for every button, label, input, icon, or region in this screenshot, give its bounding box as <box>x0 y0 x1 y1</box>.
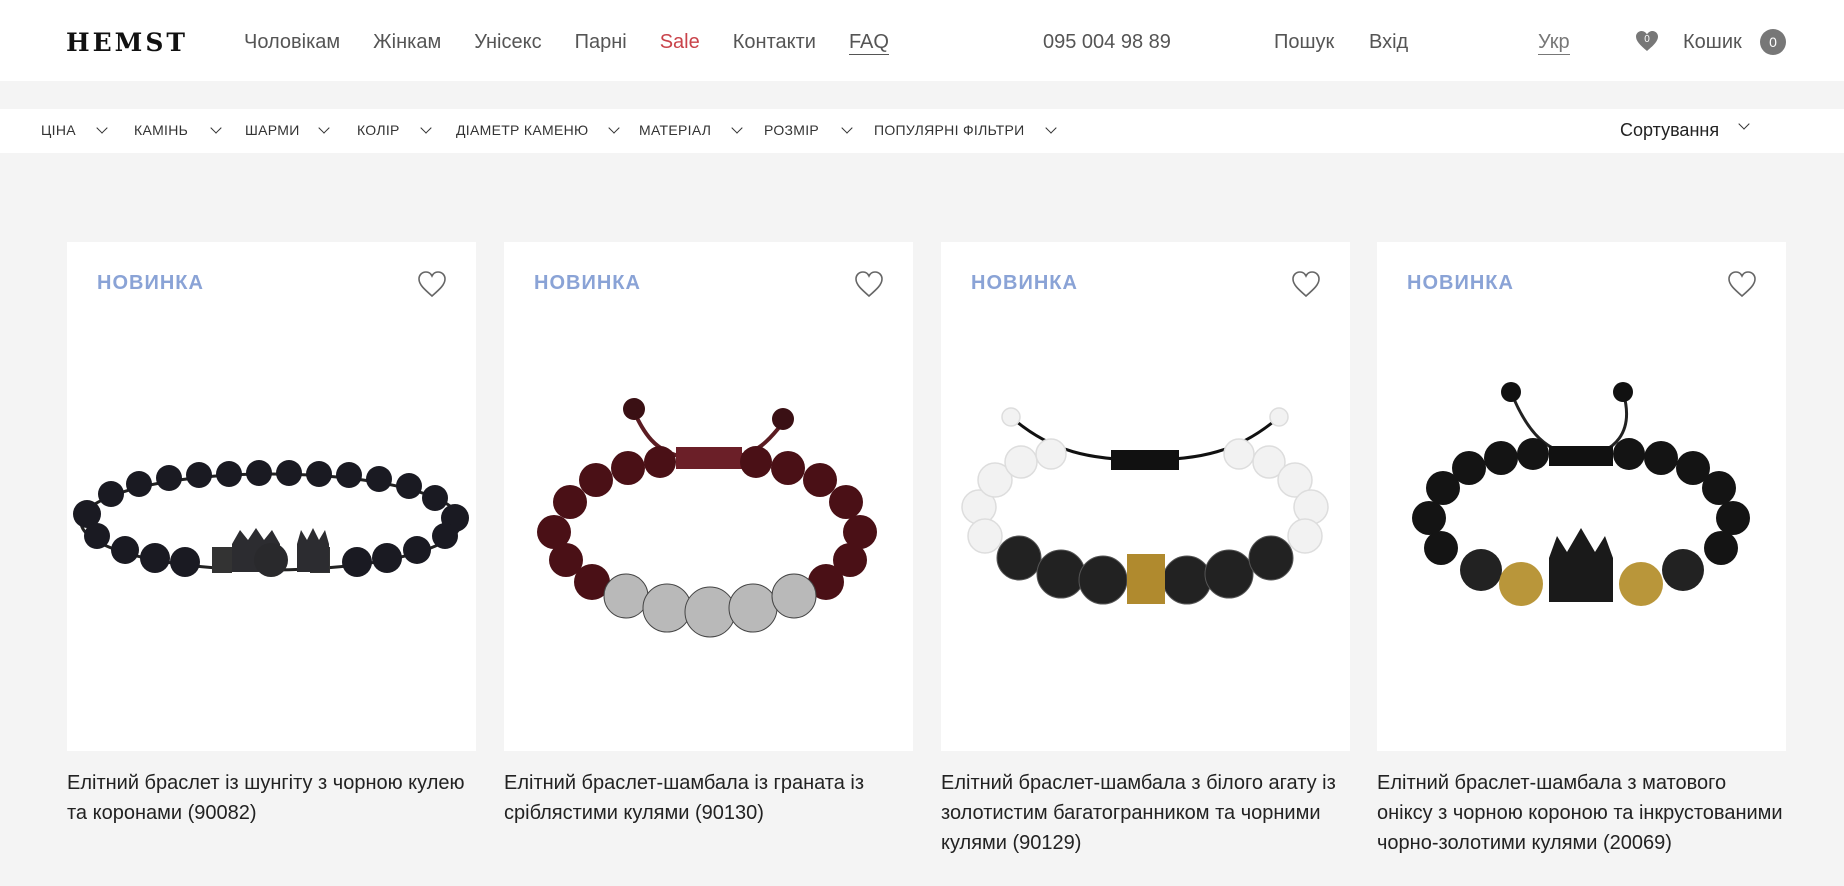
filter-label: ШАРМИ <box>245 122 300 138</box>
product-card[interactable]: НОВИНКА <box>941 242 1350 751</box>
chevron-down-icon <box>96 121 108 134</box>
login-link[interactable]: Вхід <box>1369 31 1408 54</box>
wishlist-button[interactable]: 0 <box>1635 30 1659 52</box>
heart-icon[interactable] <box>417 270 447 298</box>
new-badge: НОВИНКА <box>971 272 1078 294</box>
cart-count-badge[interactable]: 0 <box>1760 29 1786 55</box>
filter-price[interactable]: ЦІНА <box>41 119 108 141</box>
chevron-down-icon <box>210 121 222 134</box>
filter-color[interactable]: КОЛІР <box>357 119 432 141</box>
product-title[interactable]: Елітний браслет-шамбала з матового онікс… <box>1377 768 1786 858</box>
chevron-down-icon <box>731 121 743 134</box>
product-image[interactable] <box>504 322 913 722</box>
nav-couples[interactable]: Парні <box>575 31 627 55</box>
filter-popular[interactable]: ПОПУЛЯРНІ ФІЛЬТРИ <box>874 119 1057 141</box>
product-image[interactable] <box>67 322 476 722</box>
language-switch[interactable]: Укр <box>1538 31 1570 55</box>
new-badge: НОВИНКА <box>534 272 641 294</box>
chevron-down-icon <box>841 121 853 134</box>
nav-men[interactable]: Чоловікам <box>244 31 340 55</box>
new-badge: НОВИНКА <box>1407 272 1514 294</box>
nav-women[interactable]: Жінкам <box>373 31 441 55</box>
nav-faq[interactable]: FAQ <box>848 31 889 55</box>
filter-bar: ЦІНА КАМІНЬ ШАРМИ КОЛІР ДІАМЕТР КАМЕНЮ М… <box>0 109 1844 153</box>
phone-number[interactable]: 095 004 98 89 <box>1043 31 1171 54</box>
product-card[interactable]: НОВИНКА <box>504 242 913 751</box>
filter-label: ЦІНА <box>41 122 76 138</box>
search-link[interactable]: Пошук <box>1274 31 1334 54</box>
filter-label: ПОПУЛЯРНІ ФІЛЬТРИ <box>874 122 1025 138</box>
filter-size[interactable]: РОЗМІР <box>764 119 853 141</box>
heart-icon[interactable] <box>1291 270 1321 298</box>
nav-unisex[interactable]: Унісекс <box>474 31 541 55</box>
filter-label: ДІАМЕТР КАМЕНЮ <box>456 122 589 138</box>
product-title[interactable]: Елітний браслет-шамбала із граната із ср… <box>504 768 913 828</box>
product-image[interactable] <box>1377 322 1786 722</box>
product-title[interactable]: Елітний браслет із шунгіту з чорною куле… <box>67 768 476 828</box>
chevron-down-icon <box>1738 118 1750 130</box>
sort-dropdown[interactable]: Сортування <box>1620 120 1719 141</box>
filter-label: КОЛІР <box>357 122 400 138</box>
wishlist-count: 0 <box>1644 34 1650 45</box>
filter-label: МАТЕРІАЛ <box>639 122 712 138</box>
site-header: HEMST Чоловікам Жінкам Унісекс Парні Sal… <box>0 0 1844 81</box>
cart-link[interactable]: Кошик <box>1683 31 1742 54</box>
heart-icon[interactable] <box>854 270 884 298</box>
filter-label: РОЗМІР <box>764 122 820 138</box>
heart-icon[interactable] <box>1727 270 1757 298</box>
chevron-down-icon <box>419 121 432 134</box>
product-card[interactable]: НОВИНКА <box>1377 242 1786 751</box>
filter-material[interactable]: МАТЕРІАЛ <box>639 119 743 141</box>
product-image[interactable] <box>941 322 1350 722</box>
new-badge: НОВИНКА <box>97 272 204 294</box>
filter-stone-diameter[interactable]: ДІАМЕТР КАМЕНЮ <box>456 119 621 141</box>
chevron-down-icon <box>1044 121 1057 134</box>
filter-charms[interactable]: ШАРМИ <box>245 119 330 141</box>
product-title[interactable]: Елітний браслет-шамбала з білого агату і… <box>941 768 1350 858</box>
chevron-down-icon <box>608 121 621 134</box>
filter-label: КАМІНЬ <box>134 122 189 138</box>
nav-contacts[interactable]: Контакти <box>733 31 816 55</box>
main-nav: Чоловікам Жінкам Унісекс Парні Sale Конт… <box>244 31 922 55</box>
chevron-down-icon <box>317 121 330 134</box>
nav-sale[interactable]: Sale <box>660 31 700 55</box>
product-card[interactable]: НОВИНКА <box>67 242 476 751</box>
filter-stone[interactable]: КАМІНЬ <box>134 119 222 141</box>
site-logo[interactable]: HEMST <box>66 28 188 57</box>
